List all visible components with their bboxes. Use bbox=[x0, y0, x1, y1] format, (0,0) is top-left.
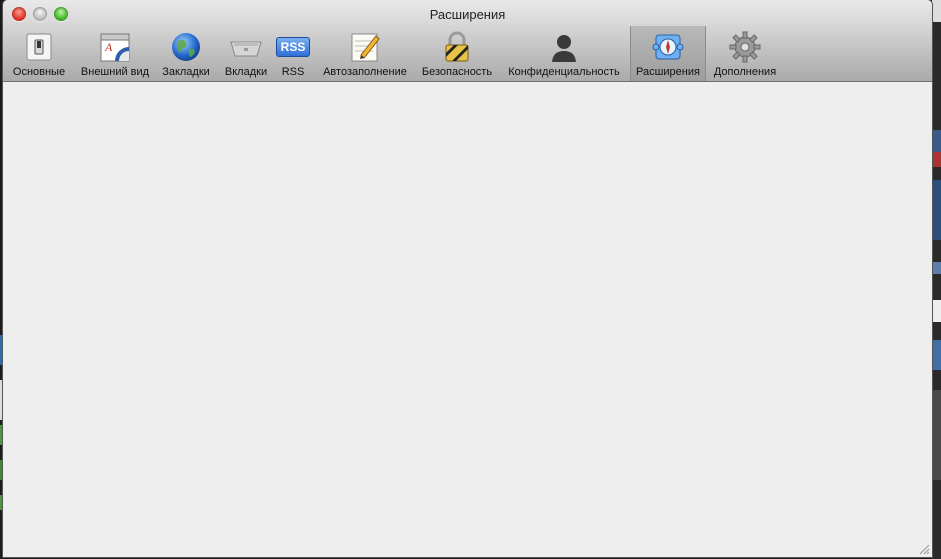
title-bar[interactable]: Расширения Основные A Внешний вид Заклад… bbox=[3, 0, 932, 82]
tab-privacy[interactable]: Конфиденциальность bbox=[503, 26, 625, 81]
tab-security[interactable]: Безопасность bbox=[417, 26, 497, 81]
resize-grip-icon[interactable] bbox=[918, 543, 930, 555]
tab-appearance[interactable]: A Внешний вид bbox=[75, 26, 155, 81]
person-silhouette-icon bbox=[547, 30, 581, 64]
svg-text:A: A bbox=[104, 40, 113, 54]
puzzle-compass-icon bbox=[651, 30, 685, 64]
tab-rss[interactable]: RSS RSS bbox=[275, 26, 311, 81]
appearance-icon: A bbox=[98, 30, 132, 64]
tab-autofill[interactable]: Автозаполнение bbox=[318, 26, 412, 81]
preferences-window: Расширения Основные A Внешний вид Заклад… bbox=[3, 0, 932, 557]
tab-tabs[interactable]: Вкладки bbox=[220, 26, 272, 81]
window-title: Расширения bbox=[429, 7, 506, 22]
extensions-pane bbox=[3, 82, 932, 557]
preferences-toolbar: Основные A Внешний вид Закладки Вкладки … bbox=[3, 26, 932, 81]
tab-label: RSS bbox=[281, 66, 305, 78]
tab-label: Внешний вид bbox=[80, 66, 150, 78]
tab-bookmarks[interactable]: Закладки bbox=[157, 26, 215, 81]
switch-icon bbox=[22, 30, 56, 64]
tab-label: Расширения bbox=[636, 66, 700, 78]
tab-label: Автозаполнение bbox=[323, 66, 407, 78]
rss-icon: RSS bbox=[276, 30, 310, 64]
tab-label: Безопасность bbox=[421, 66, 493, 78]
desktop-background-right bbox=[932, 0, 941, 559]
tab-extensions[interactable]: Расширения bbox=[630, 26, 706, 81]
tab-label: Вкладки bbox=[224, 66, 268, 78]
tab-label: Закладки bbox=[162, 66, 210, 78]
pencil-icon bbox=[348, 30, 382, 64]
lock-icon bbox=[440, 30, 474, 64]
rss-badge: RSS bbox=[276, 37, 310, 57]
tabs-icon bbox=[229, 30, 263, 64]
tab-advanced[interactable]: Дополнения bbox=[709, 26, 781, 81]
globe-icon bbox=[169, 30, 203, 64]
tab-label: Конфиденциальность bbox=[508, 66, 620, 78]
gear-icon bbox=[728, 30, 762, 64]
tab-label: Дополнения bbox=[713, 66, 777, 78]
tab-label: Основные bbox=[12, 66, 66, 78]
tab-general[interactable]: Основные bbox=[7, 26, 71, 81]
